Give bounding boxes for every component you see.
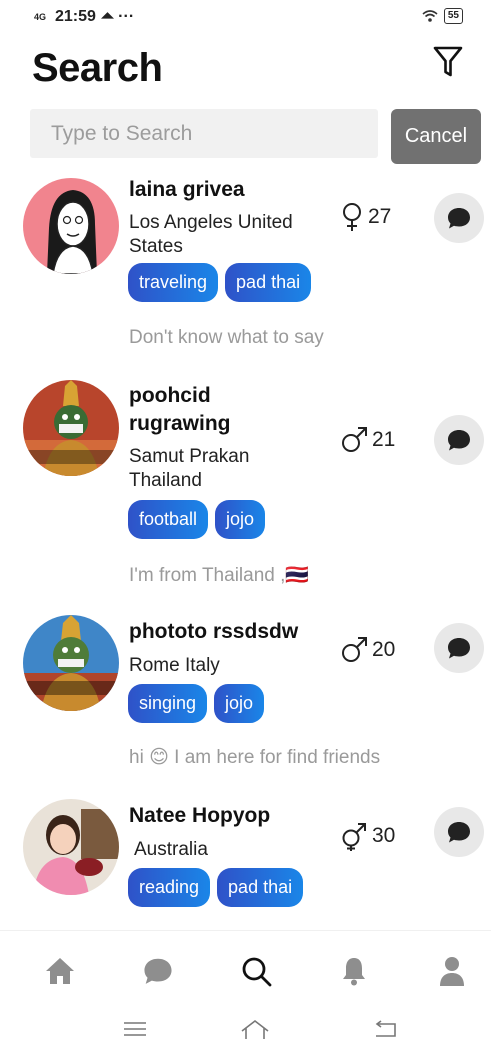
cancel-button[interactable]: Cancel [391,109,481,164]
tag-list: singing jojo [128,684,265,723]
interest-tag[interactable]: reading [128,868,211,907]
chat-button[interactable] [434,623,484,673]
sys-menu-button[interactable] [120,1018,150,1040]
system-nav [0,1012,491,1040]
avatar[interactable] [23,615,119,711]
status-right: 55 [422,8,463,24]
gender-neutral-icon [342,823,366,851]
gender-age: 20 [340,636,395,664]
page-title: Search [32,46,163,90]
chat-bubble-icon [448,638,470,659]
interest-tag[interactable]: pad thai [217,868,304,907]
bottom-nav [0,930,491,1008]
wifi-icon [422,10,438,22]
user-name: poohcid rugrawing [129,384,231,435]
user-location: Samut Prakan Thailand [129,446,250,491]
tag-list: traveling pad thai [128,263,312,302]
tag-list: football jojo [128,500,266,539]
male-icon [342,427,367,452]
user-age: 21 [372,428,396,451]
interest-tag[interactable]: jojo [214,684,265,723]
filter-icon [433,46,463,77]
gender-age: 21 [340,426,395,454]
avatar[interactable] [23,380,119,476]
avatar[interactable] [23,178,119,274]
search-input[interactable] [30,109,378,158]
user-location: Australia [134,839,208,860]
chat-icon [144,958,172,984]
home-outline-icon [241,1019,269,1039]
battery-level: 55 [443,8,463,24]
nav-home[interactable] [40,951,80,991]
chat-button[interactable] [434,807,484,857]
interest-tag[interactable]: traveling [128,263,219,302]
male-icon [342,637,367,662]
user-name: laina grivea [129,178,245,201]
user-location: Los Angeles United States [129,212,293,257]
tag-list: reading pad thai [128,868,304,907]
notification-icons: ⏶ ··· [100,8,135,25]
nav-chat[interactable] [138,951,178,991]
bell-icon [343,958,365,986]
user-bio: hi 😊 I am here for find friends [129,747,381,768]
interest-tag[interactable]: singing [128,684,208,723]
status-time: 21:59 [55,8,96,25]
filter-button[interactable] [431,44,465,80]
interest-tag[interactable]: pad thai [225,263,312,302]
home-icon [46,958,74,984]
back-icon [375,1020,396,1037]
nav-profile[interactable] [432,951,472,991]
interest-tag[interactable]: football [128,500,209,539]
status-left: 4G 21:59 ⏶ ··· [34,8,134,26]
chat-bubble-icon [448,430,470,451]
nav-search[interactable] [236,951,276,991]
avatar[interactable] [23,799,119,895]
interest-tag[interactable]: jojo [215,500,266,539]
status-bar: 4G 21:59 ⏶ ··· 55 [0,0,491,36]
user-name: phototo rssdsdw [129,620,299,643]
user-name: Natee Hopyop [129,804,271,827]
network-indicator: 4G [34,12,47,22]
female-icon [343,203,361,231]
chat-bubble-icon [448,822,470,843]
sys-home-button[interactable] [240,1018,270,1040]
nav-notifications[interactable] [334,951,374,991]
user-age: 27 [368,205,392,228]
sys-back-button[interactable] [370,1018,400,1040]
user-age: 20 [372,638,396,661]
search-icon [242,957,272,987]
profile-icon [440,957,464,986]
gender-age: 27 [340,202,391,232]
user-location: Rome Italy [129,655,220,676]
user-bio: Don't know what to say [129,327,324,348]
chat-button[interactable] [434,193,484,243]
user-bio: I'm from Thailand ,🇹🇭 [129,565,310,586]
chat-bubble-icon [448,208,470,229]
menu-icon [124,1022,146,1036]
gender-age: 30 [340,820,395,852]
user-age: 30 [372,824,396,847]
chat-button[interactable] [434,415,484,465]
